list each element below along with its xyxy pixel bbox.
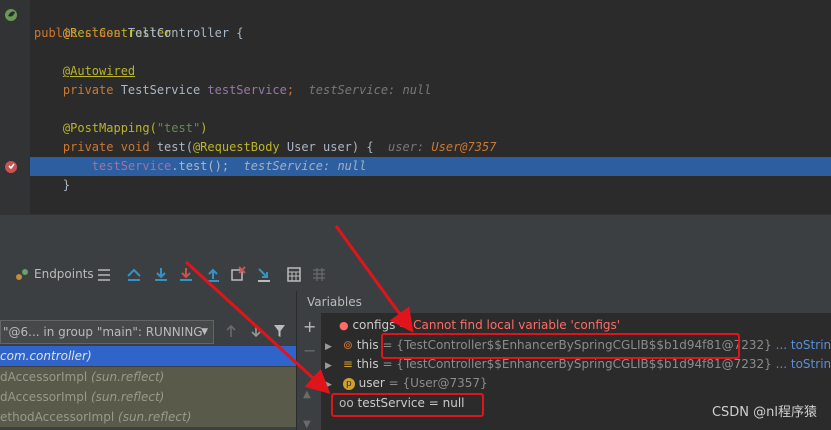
watermark: CSDN @nl程序猿 [711,405,817,420]
annotation-autowired: @Autowired [62,64,136,78]
remove-watch-icon[interactable]: − [303,343,316,359]
evaluate-expression-icon[interactable] [286,266,302,283]
arrow-up-icon[interactable] [225,324,237,338]
closing-brace: } [62,178,71,192]
field-testservice-call: testService [91,159,172,173]
method-signature: test( [156,140,193,154]
parameter-icon: p [342,377,355,390]
arrow-down-icon[interactable] [250,324,262,338]
endpoints-icon[interactable] [14,266,30,283]
annotation-postmapping: @PostMapping( [62,121,157,135]
field-list-icon: ≡ [342,357,353,371]
field-testservice: testService [207,83,287,97]
step-over-icon[interactable] [153,266,169,283]
editor-gutter [0,0,30,214]
inline-value-hint: testService: null [308,83,432,97]
move-down-icon[interactable]: ▼ [303,419,311,430]
step-out-icon[interactable] [205,266,221,283]
variables-header: Variables [297,291,831,313]
highlight-box-testservice [331,393,484,417]
method-call: .test(); [171,159,230,173]
tostring-link[interactable]: ... toString() [772,338,831,352]
breakpoint-icon[interactable] [4,160,18,174]
drop-frame-icon[interactable] [230,266,246,283]
filter-icon[interactable] [273,324,286,338]
frame-package: (sun.reflect) [90,370,165,384]
class-name: TestController { [127,26,244,40]
thread-dropdown[interactable]: "@6... in group "main": RUNNING ▼ [0,320,214,344]
endpoints-tab[interactable]: Endpoints [34,267,94,281]
error-icon: ● [339,319,349,332]
variable-value: = {User@7357} [384,376,488,390]
code-line-8: private void test(@RequestBody User user… [34,138,831,157]
code-line-5: private TestService testService; testSer… [34,81,831,100]
semicolon: ; [286,83,295,97]
type-testservice: TestService [120,83,208,97]
frame-package: (sun.reflect) [90,390,165,404]
trace-icon[interactable] [311,266,327,283]
code-line-4: @Autowired [34,62,831,81]
frame-method: ethodAccessorImpl [0,410,119,424]
inline-hint-value: User@7357 [431,140,497,154]
step-into-icon[interactable] [178,266,194,283]
run-to-cursor-icon[interactable] [256,266,272,283]
variable-name: this [356,338,379,352]
thread-dropdown-value: "@6... in group "main": RUNNING [3,325,203,339]
tostring-link[interactable]: ... toString() [772,357,831,371]
code-line-1: @RestController [34,5,831,40]
frame-method: dAccessorImpl [0,370,91,384]
move-up-icon[interactable]: ▲ [303,389,311,400]
highlight-box-this [381,333,740,359]
variable-value: = {TestController$$EnhancerBySpringCGLIB… [378,357,772,371]
variable-name: this [356,357,379,371]
show-execution-point-icon[interactable] [126,266,142,283]
variable-value: = Cannot find local variable 'configs' [395,318,621,332]
annotation-close: ) [200,121,208,135]
variables-side-toolbar: + − ▲ ▼ [297,313,321,430]
code-editor[interactable]: @RestController public class TestControl… [0,0,831,214]
frame-method: dAccessorImpl [0,390,91,404]
frame-package: (sun.reflect) [118,410,192,424]
frame-method: com.controller) [0,349,92,363]
add-watch-icon[interactable]: + [303,319,316,335]
current-execution-line[interactable]: testService.test(); testService: null [30,157,831,176]
frame-row-selected[interactable]: com.controller) [0,346,296,366]
watch-glasses-icon: ⊚ [342,338,353,352]
variable-name: user [358,376,385,390]
variable-name: configs [352,318,396,332]
frame-row[interactable]: dAccessorImpl (sun.reflect) [0,367,296,387]
debug-toolbar: Endpoints [0,258,831,292]
variable-row-user[interactable]: ▶ p user = {User@7357} [325,374,488,393]
code-line-10: } [34,176,831,195]
string-test: "test" [156,121,201,135]
chevron-down-icon: ▼ [201,327,208,337]
spring-bean-icon[interactable] [4,8,18,22]
method-params: User user) { [279,140,374,154]
frame-row[interactable]: ethodAccessorImpl (sun.reflect) [0,407,296,427]
variables-title: Variables [307,295,362,309]
code-line-2: public class TestController { [34,24,831,43]
code-line-7: @PostMapping("test") [34,119,831,138]
inline-value-hint: testService: null [243,159,367,173]
keyword-private-void: private void [62,140,157,154]
frames-panel: "@6... in group "main": RUNNING ▼ com.co… [0,291,297,430]
settings-icon[interactable] [96,266,112,283]
keyword-private: private [62,83,121,97]
panel-divider [0,214,831,259]
frame-row[interactable]: dAccessorImpl (sun.reflect) [0,387,296,407]
annotation-requestbody: @RequestBody [192,140,280,154]
inline-hint-label: user: [388,140,432,154]
keyword-public-class: public class [34,26,128,40]
